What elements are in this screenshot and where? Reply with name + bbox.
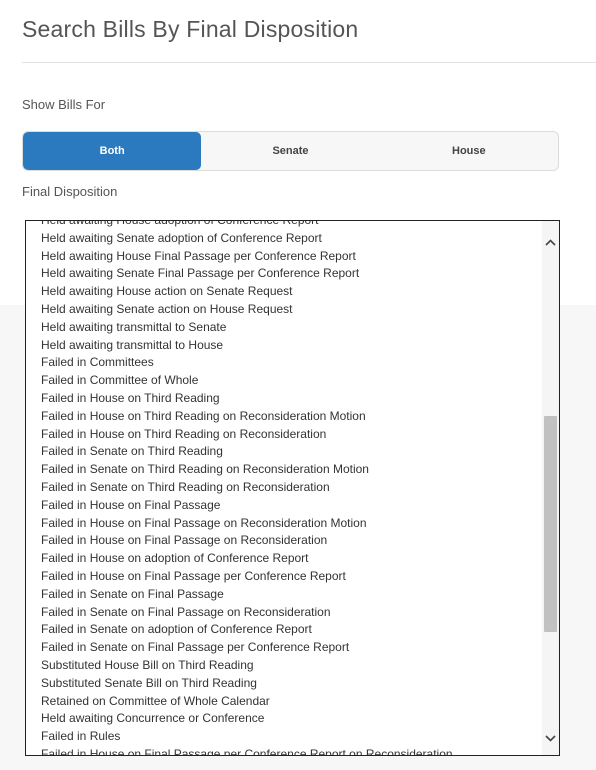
- disposition-option[interactable]: Failed in House on Final Passage per Con…: [41, 746, 541, 755]
- show-bills-for-label: Show Bills For: [22, 97, 106, 112]
- disposition-option[interactable]: Held awaiting House Final Passage per Co…: [41, 248, 541, 266]
- disposition-option[interactable]: Failed in Senate on Third Reading on Rec…: [41, 461, 541, 479]
- disposition-option[interactable]: Failed in House on adoption of Conferenc…: [41, 550, 541, 568]
- final-disposition-listbox[interactable]: Held awaiting House adoption of Conferen…: [25, 220, 560, 756]
- title-divider: [22, 62, 596, 63]
- disposition-option[interactable]: Failed in Rules: [41, 728, 541, 746]
- chevron-up-icon[interactable]: [542, 233, 559, 251]
- disposition-option[interactable]: Substituted House Bill on Third Reading: [41, 657, 541, 675]
- disposition-option[interactable]: Held awaiting House action on Senate Req…: [41, 283, 541, 301]
- disposition-option[interactable]: Retained on Committee of Whole Calendar: [41, 693, 541, 711]
- chevron-down-icon[interactable]: [542, 729, 559, 747]
- disposition-option[interactable]: Substituted Senate Bill on Third Reading: [41, 675, 541, 693]
- listbox-scrollbar[interactable]: [542, 221, 559, 755]
- disposition-option[interactable]: Held awaiting House adoption of Conferen…: [41, 221, 541, 230]
- disposition-option[interactable]: Failed in Senate on Final Passage per Co…: [41, 639, 541, 657]
- disposition-option[interactable]: Failed in Committees: [41, 354, 541, 372]
- disposition-option[interactable]: Held awaiting Senate action on House Req…: [41, 301, 541, 319]
- chamber-both-button[interactable]: Both: [23, 132, 202, 170]
- page-title: Search Bills By Final Disposition: [22, 16, 359, 42]
- final-disposition-options: Held awaiting House adoption of Conferen…: [41, 221, 541, 755]
- chamber-house-button[interactable]: House: [380, 132, 558, 170]
- disposition-option[interactable]: Failed in Senate on Final Passage: [41, 586, 541, 604]
- disposition-option[interactable]: Failed in Senate on Third Reading: [41, 443, 541, 461]
- final-disposition-label: Final Disposition: [22, 184, 118, 199]
- scrollbar-thumb[interactable]: [544, 416, 557, 632]
- disposition-option[interactable]: Held awaiting transmittal to House: [41, 337, 541, 355]
- disposition-option[interactable]: Failed in House on Third Reading on Reco…: [41, 426, 541, 444]
- chamber-senate-button[interactable]: Senate: [201, 132, 379, 170]
- disposition-option[interactable]: Held awaiting transmittal to Senate: [41, 319, 541, 337]
- disposition-option[interactable]: Failed in House on Third Reading: [41, 390, 541, 408]
- disposition-option[interactable]: Failed in Senate on adoption of Conferen…: [41, 621, 541, 639]
- disposition-option[interactable]: Failed in Senate on Final Passage on Rec…: [41, 604, 541, 622]
- chamber-segmented-control: Both Senate House: [22, 131, 559, 171]
- disposition-option[interactable]: Failed in House on Final Passage per Con…: [41, 568, 541, 586]
- disposition-option[interactable]: Failed in House on Third Reading on Reco…: [41, 408, 541, 426]
- disposition-option[interactable]: Held awaiting Concurrence or Conference: [41, 710, 541, 728]
- disposition-option[interactable]: Failed in Senate on Third Reading on Rec…: [41, 479, 541, 497]
- disposition-option[interactable]: Failed in Committee of Whole: [41, 372, 541, 390]
- disposition-option[interactable]: Failed in House on Final Passage: [41, 497, 541, 515]
- disposition-option[interactable]: Failed in House on Final Passage on Reco…: [41, 532, 541, 550]
- disposition-option[interactable]: Failed in House on Final Passage on Reco…: [41, 515, 541, 533]
- disposition-option[interactable]: Held awaiting Senate Final Passage per C…: [41, 265, 541, 283]
- disposition-option[interactable]: Held awaiting Senate adoption of Confere…: [41, 230, 541, 248]
